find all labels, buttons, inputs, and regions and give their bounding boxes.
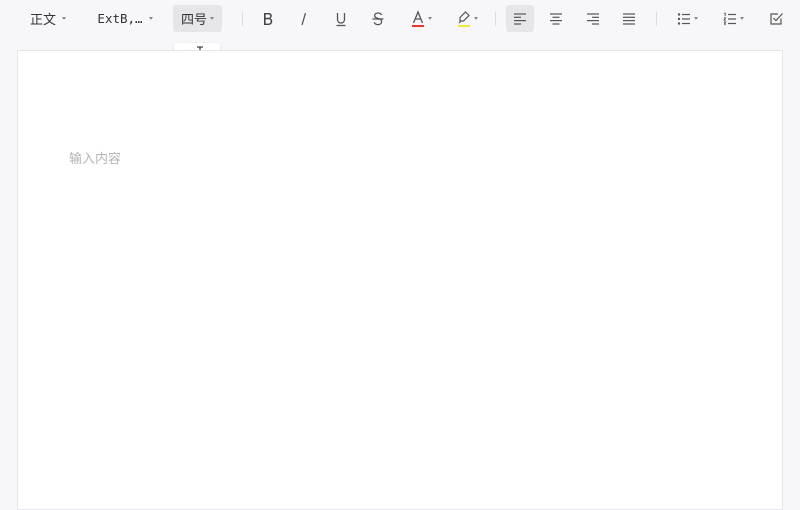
checkbox-icon — [769, 13, 783, 25]
chevron-down-icon — [427, 17, 432, 20]
font-size-select[interactable]: 四号 — [173, 5, 222, 32]
highlight-button[interactable] — [450, 5, 484, 32]
italic-icon — [301, 12, 307, 25]
bold-icon — [264, 12, 273, 25]
chevron-down-icon — [210, 17, 214, 20]
align-justify-button[interactable] — [615, 5, 643, 32]
paragraph-style-select[interactable]: 正文 — [20, 5, 76, 32]
align-left-button[interactable] — [506, 5, 534, 32]
checklist-button[interactable] — [762, 5, 790, 32]
numbered-list-button[interactable] — [716, 5, 750, 32]
align-center-button[interactable] — [542, 5, 570, 32]
chevron-down-icon — [62, 17, 66, 20]
align-left-icon — [514, 12, 526, 25]
underline-icon — [336, 12, 346, 26]
editor-toolbar: 正文 ExtB,… 四号 — [0, 0, 800, 38]
font-color-button[interactable] — [404, 5, 438, 32]
editor-page[interactable]: 输入内容 — [17, 50, 783, 510]
bold-button[interactable] — [254, 5, 282, 32]
bulleted-list-button[interactable] — [670, 5, 704, 32]
align-right-icon — [587, 12, 599, 25]
strikethrough-button[interactable] — [364, 5, 392, 32]
toolbar-divider — [495, 12, 496, 26]
font-size-label: 四号 — [180, 13, 207, 28]
paragraph-style-label: 正文 — [29, 13, 56, 28]
strikethrough-icon — [372, 11, 384, 25]
font-color-icon — [411, 9, 424, 27]
font-family-select[interactable]: ExtB,… — [89, 5, 161, 32]
toolbar-divider — [656, 12, 657, 26]
toolbar-divider — [242, 12, 243, 26]
align-center-icon — [550, 12, 562, 25]
font-family-label: ExtB,… — [97, 11, 143, 26]
bulleted-list-icon — [677, 12, 690, 25]
chevron-down-icon — [693, 17, 698, 20]
align-justify-icon — [623, 12, 635, 25]
align-right-button[interactable] — [579, 5, 607, 32]
chevron-down-icon — [739, 17, 744, 20]
numbered-list-icon — [722, 11, 736, 25]
chevron-down-icon — [473, 17, 478, 20]
italic-button[interactable] — [290, 5, 318, 32]
editor-placeholder[interactable]: 输入内容 — [69, 148, 121, 167]
chevron-down-icon — [148, 17, 153, 20]
highlight-icon — [457, 10, 470, 27]
underline-button[interactable] — [327, 5, 355, 32]
